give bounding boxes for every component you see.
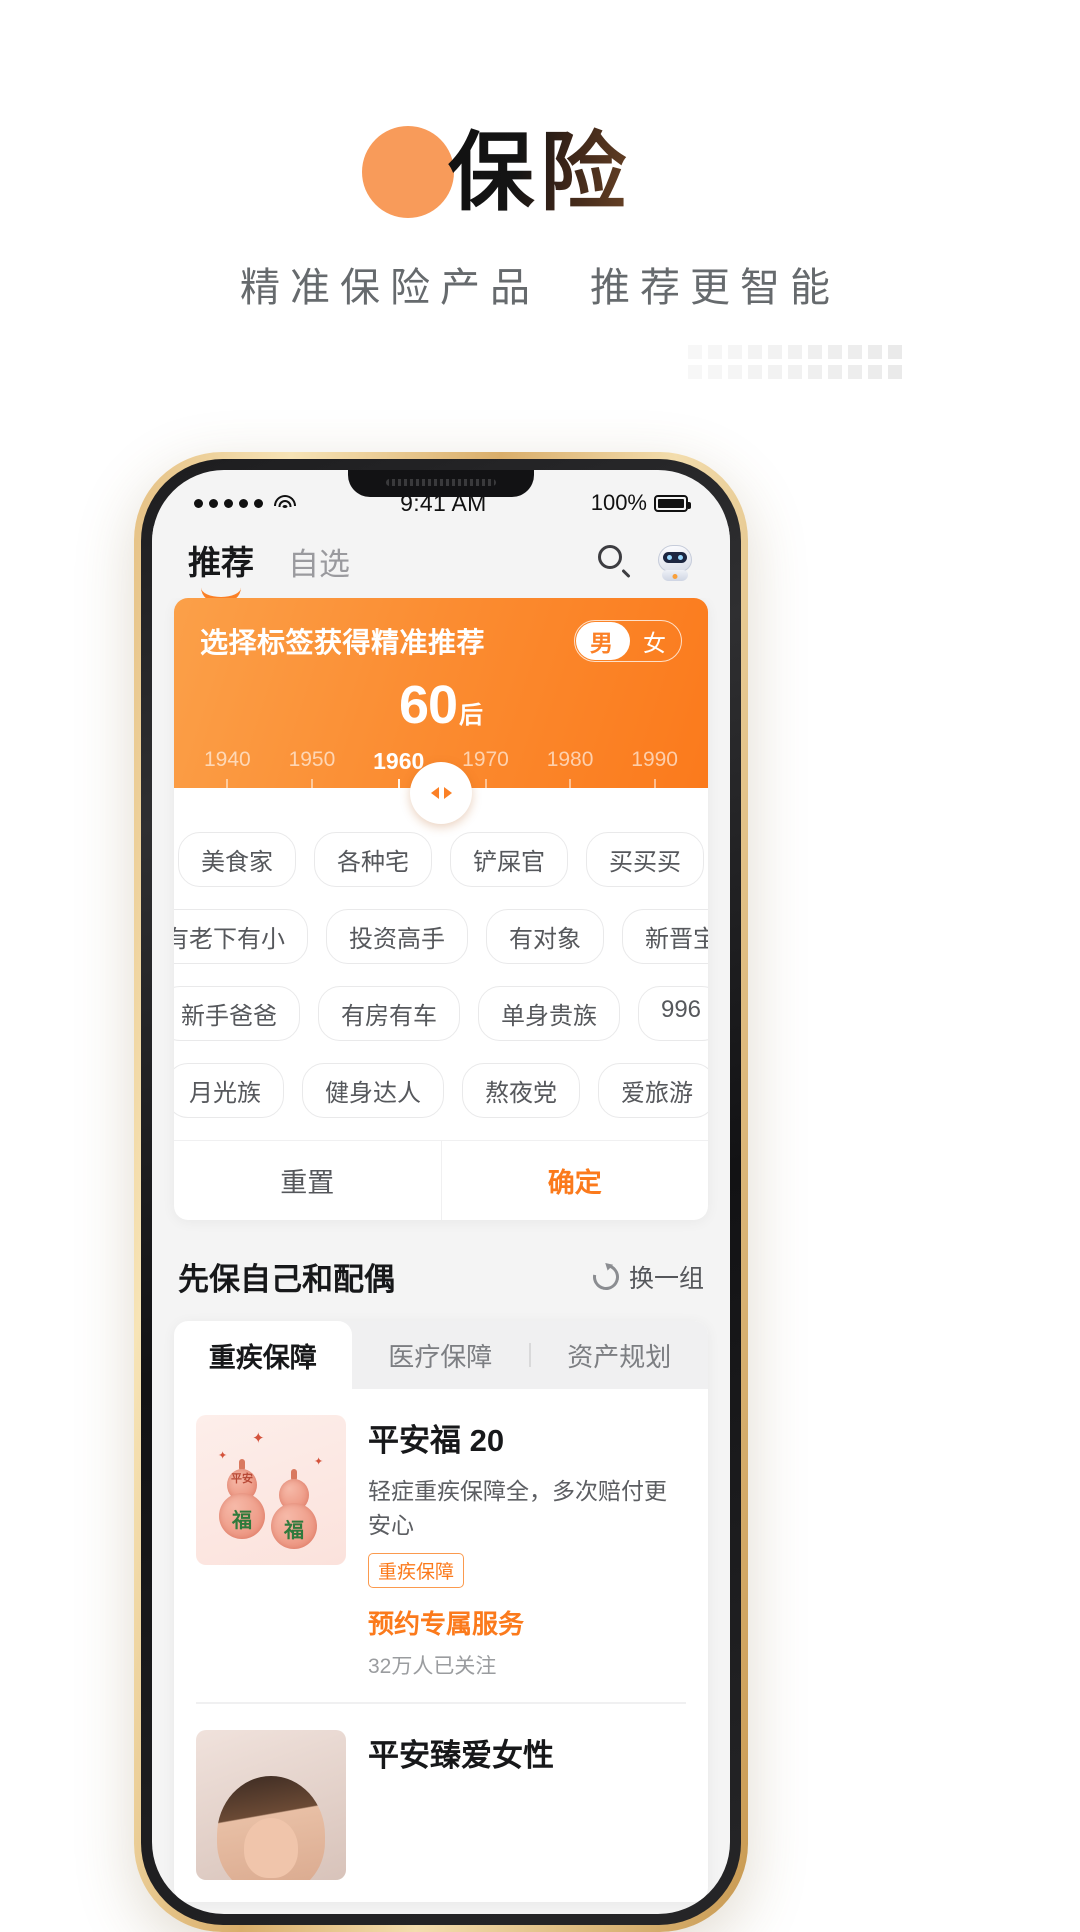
product-badge: 重疾保障	[368, 1553, 465, 1588]
tag-chip[interactable]: 996	[637, 986, 708, 1041]
confirm-button[interactable]: 确定	[440, 1141, 709, 1220]
nav-actions	[598, 543, 694, 581]
product-thumbnail-gourd: ✦ ✦ ✦ 平安 福 福	[196, 1415, 346, 1565]
product-row[interactable]: ✦ ✦ ✦ 平安 福 福 平安福 20 轻症重疾保障全，多次赔付更安心 重疾保障…	[174, 1389, 708, 1702]
robot-avatar-icon[interactable]	[656, 543, 694, 581]
tab-medical[interactable]: 医疗保障	[352, 1321, 530, 1389]
reset-button[interactable]: 重置	[174, 1141, 441, 1220]
tag-row: 美食家 各种宅 铲屎官 买买买	[178, 832, 704, 887]
tag-row: 月光族 健身达人 熬夜党 爱旅游	[174, 1063, 708, 1118]
age-group-suffix: 后	[459, 702, 484, 729]
tag-chip[interactable]: 健身达人	[302, 1063, 444, 1118]
page-title: 保险	[448, 118, 632, 228]
refresh-label: 换一组	[628, 1264, 704, 1293]
status-right: 100%	[590, 490, 691, 516]
tag-row: 新手爸爸 有房有车 单身贵族 996	[174, 986, 708, 1041]
tag-chip[interactable]: 新晋宝妈	[622, 909, 708, 964]
decorative-dot-grid	[688, 345, 908, 385]
product-name: 平安福 20	[368, 1423, 505, 1458]
selector-header: 选择标签获得精准推荐 男 女 60后 1940 1950 1960 1970 1…	[174, 598, 708, 788]
product-follower-stat: 32万人已关注	[368, 1655, 497, 1678]
product-list-card: 重疾保障 医疗保障 资产规划 ✦ ✦ ✦ 平安 福 福 平安福 20 轻症重疾保…	[174, 1321, 708, 1902]
selector-top-row: 选择标签获得精准推荐 男 女	[200, 620, 682, 662]
phone-screen: 9:41 AM 100% 推荐 自选 选择标签获得精准推荐 男 女 60后 19…	[152, 470, 730, 1914]
age-group-number: 60	[398, 675, 458, 735]
gender-option-female[interactable]: 女	[628, 624, 681, 658]
tag-chip[interactable]: 投资高手	[326, 909, 468, 964]
page-title-wrap: 保险	[0, 118, 1080, 228]
tag-chip[interactable]: 买买买	[586, 832, 704, 887]
gender-option-male[interactable]: 男	[575, 624, 628, 658]
nav-tabs: 推荐 自选	[188, 536, 598, 599]
product-thumbnail-portrait	[196, 1729, 346, 1880]
tag-chip[interactable]: 爱旅游	[598, 1063, 708, 1118]
product-cta-link[interactable]: 预约专属服务	[368, 1604, 686, 1641]
gender-toggle[interactable]: 男 女	[574, 620, 682, 662]
tag-chip[interactable]: 单身贵族	[477, 986, 620, 1041]
tag-chip[interactable]: 铲屎官	[450, 832, 568, 887]
year-tick-1960[interactable]: 1960	[373, 748, 424, 775]
tab-recommend-label: 推荐	[188, 544, 254, 581]
tag-chip[interactable]: 有房有车	[317, 986, 460, 1041]
tag-chip[interactable]: 美食家	[178, 832, 296, 887]
tag-chip[interactable]: 新手爸爸	[174, 986, 300, 1041]
phone-bezel: 9:41 AM 100% 推荐 自选 选择标签获得精准推荐 男 女 60后 19…	[141, 459, 741, 1925]
refresh-group-button[interactable]: 换一组	[587, 1258, 704, 1295]
tag-chip[interactable]: 各种宅	[314, 832, 432, 887]
page-subtitle: 精准保险产品 推荐更智能	[240, 265, 840, 310]
tag-selector-card: 选择标签获得精准推荐 男 女 60后 1940 1950 1960 1970 1…	[174, 598, 708, 1220]
gourd-label-top: 平安	[231, 1473, 253, 1485]
refresh-icon	[587, 1258, 625, 1295]
wifi-icon	[274, 494, 296, 512]
tag-chip[interactable]: 月光族	[174, 1063, 284, 1118]
product-description: 轻症重疾保障全，多次赔付更安心	[368, 1478, 667, 1538]
year-tick-1940[interactable]: 1940	[204, 748, 251, 775]
section-header: 先保自己和配偶 换一组	[152, 1220, 730, 1321]
battery-percent: 100%	[590, 490, 647, 515]
app-content-scroll[interactable]: 选择标签获得精准推荐 男 女 60后 1940 1950 1960 1970 1…	[152, 598, 730, 1914]
product-name: 平安臻爱女性	[368, 1737, 554, 1773]
phone-notch	[348, 470, 534, 497]
product-category-tabs: 重疾保障 医疗保障 资产规划	[174, 1321, 708, 1389]
battery-full-icon	[654, 494, 691, 512]
age-group-display: 60后	[200, 674, 682, 736]
phone-mockup: 9:41 AM 100% 推荐 自选 选择标签获得精准推荐 男 女 60后 19…	[134, 452, 748, 1932]
tag-row: 上有老下有小 投资高手 有对象 新晋宝妈	[174, 909, 708, 964]
tab-recommend[interactable]: 推荐	[188, 536, 254, 599]
product-info: 平安臻爱女性	[368, 1730, 686, 1880]
tab-custom[interactable]: 自选	[288, 539, 350, 588]
gourd-label-bottom: 福	[232, 1510, 252, 1532]
product-row[interactable]: 平安臻爱女性	[174, 1704, 708, 1902]
signal-dots-icon	[194, 498, 263, 508]
year-tick-1980[interactable]: 1980	[547, 748, 594, 775]
section-title: 先保自己和配偶	[178, 1262, 395, 1297]
tag-chip[interactable]: 有对象	[486, 909, 604, 964]
product-info: 平安福 20 轻症重疾保障全，多次赔付更安心 重疾保障 预约专属服务 32万人已…	[368, 1415, 686, 1680]
search-icon[interactable]	[598, 545, 632, 579]
status-left	[194, 494, 296, 512]
tab-asset-planning[interactable]: 资产规划	[531, 1321, 709, 1389]
tag-chip[interactable]: 熬夜党	[462, 1063, 580, 1118]
tag-chip[interactable]: 上有老下有小	[174, 909, 308, 964]
slider-handle-icon[interactable]	[410, 762, 472, 824]
hero-banner: 保险 精准保险产品 推荐更智能	[0, 0, 1080, 440]
selector-actions: 重置 确定	[174, 1140, 708, 1220]
year-tick-1990[interactable]: 1990	[631, 748, 678, 775]
tab-critical-illness[interactable]: 重疾保障	[174, 1321, 352, 1389]
year-tick-1950[interactable]: 1950	[289, 748, 336, 775]
year-tick-1970[interactable]: 1970	[462, 748, 509, 775]
selector-title: 选择标签获得精准推荐	[200, 627, 486, 658]
app-navbar: 推荐 自选	[152, 526, 730, 599]
tag-chip-area: 美食家 各种宅 铲屎官 买买买 上有老下有小 投资高手 有对象 新晋宝妈	[174, 788, 708, 1118]
